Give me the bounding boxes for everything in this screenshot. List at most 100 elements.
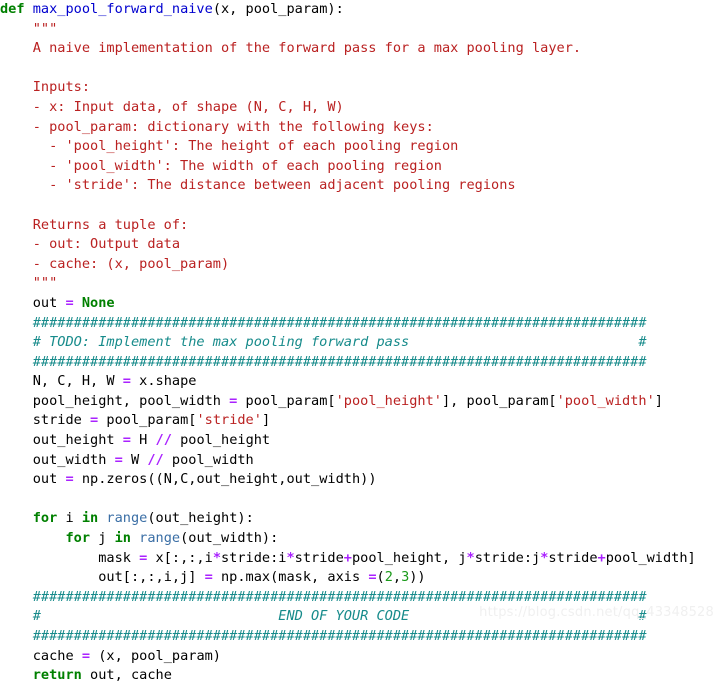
expr-part: ( bbox=[376, 569, 385, 586]
expr-part: )) bbox=[409, 569, 426, 586]
code-line: - 'stride': The distance between adjacen… bbox=[0, 177, 516, 194]
expr-part: ] bbox=[261, 412, 271, 429]
builtin-range: range bbox=[98, 510, 148, 527]
operator-floordiv: // bbox=[147, 451, 164, 468]
keyword-for: for bbox=[32, 510, 58, 527]
code-line: # TODO: Implement the max pooling forwar… bbox=[0, 334, 647, 351]
code-line: - x: Input data, of shape (N, C, H, W) bbox=[0, 98, 344, 115]
code-line: """ bbox=[0, 275, 58, 292]
operator-mul: * bbox=[212, 549, 221, 566]
lhs: out_height bbox=[32, 432, 123, 449]
operator-assign: = bbox=[65, 471, 74, 488]
code-line: ########################################… bbox=[0, 628, 647, 644]
expr-part: pool_width] bbox=[605, 549, 696, 566]
rhs: x.shape bbox=[130, 373, 197, 390]
code-line: for j in range(out_width): bbox=[0, 529, 722, 549]
operator-assign: = bbox=[90, 412, 99, 429]
lhs: out bbox=[32, 471, 66, 488]
code-line: return out, cache bbox=[0, 666, 722, 686]
rhs: pool_width bbox=[163, 451, 254, 468]
lhs: N, C, H, W bbox=[32, 373, 123, 390]
code-line: Inputs: bbox=[0, 79, 91, 96]
operator-plus: + bbox=[597, 549, 606, 566]
code-line: out_height = H // pool_height bbox=[0, 431, 722, 451]
code-line: def max_pool_forward_naive(x, pool_param… bbox=[0, 0, 722, 20]
code-line: pool_height, pool_width = pool_param['po… bbox=[0, 392, 722, 412]
code-line: mask = x[:,:,i*stride:i*stride+pool_heig… bbox=[0, 549, 722, 569]
string-literal: 'stride' bbox=[196, 412, 262, 429]
operator-assign: = bbox=[204, 569, 213, 586]
code-line: cache = (x, pool_param) bbox=[0, 647, 722, 667]
keyword-return: return bbox=[32, 667, 82, 684]
watermark: https://blog.csdn.net/qq_43348528 bbox=[479, 605, 714, 620]
code-line: """ bbox=[0, 20, 58, 37]
operator-plus: + bbox=[343, 549, 352, 566]
string-literal: 'pool_width' bbox=[556, 392, 655, 409]
number-literal: 2 bbox=[384, 569, 393, 586]
function-name: max_pool_forward_naive bbox=[32, 1, 213, 17]
operator-assign: = bbox=[81, 647, 91, 664]
expr-part: (out_height): bbox=[147, 510, 254, 527]
code-line: - out: Output data bbox=[0, 236, 181, 253]
operator-floordiv: // bbox=[155, 432, 172, 449]
code-line: - 'pool_width': The width of each poolin… bbox=[0, 157, 442, 174]
keyword-for: for bbox=[65, 530, 91, 547]
expr-part: (out_width): bbox=[180, 530, 279, 547]
loop-var: i bbox=[57, 510, 82, 527]
keyword-none: None bbox=[73, 294, 115, 311]
rhs: np.zeros((N,C,out_height,out_width)) bbox=[73, 471, 377, 488]
keyword-def: def bbox=[0, 1, 25, 17]
keyword-in: in bbox=[114, 530, 131, 547]
operator-assign: = bbox=[122, 373, 131, 390]
builtin-range: range bbox=[130, 530, 181, 547]
code-line: ########################################… bbox=[0, 314, 647, 331]
expr-part: pool_height, j bbox=[351, 549, 467, 566]
operator-assign: = bbox=[65, 294, 74, 311]
code-line: ########################################… bbox=[0, 353, 647, 370]
variable-out: out bbox=[32, 294, 66, 311]
expr-part: np.max(mask, axis bbox=[212, 569, 369, 586]
code-line: out[:,:,i,j] = np.max(mask, axis =(2,3)) bbox=[0, 568, 722, 588]
lhs: cache bbox=[32, 647, 82, 664]
expr-part: W bbox=[122, 451, 148, 468]
operator-mul: * bbox=[466, 549, 475, 566]
expr-part: ] bbox=[654, 392, 663, 409]
code-line: A naive implementation of the forward pa… bbox=[0, 40, 582, 57]
rhs: (x, pool_param) bbox=[90, 647, 221, 664]
keyword-in: in bbox=[81, 510, 99, 527]
expr-part: pool_param[ bbox=[237, 392, 336, 409]
operator-mul: * bbox=[286, 549, 295, 566]
string-literal: 'pool_height' bbox=[335, 392, 442, 409]
code-line: - 'pool_height': The height of each pool… bbox=[0, 138, 459, 155]
loop-var: j bbox=[90, 530, 115, 547]
code-line: Returns a tuple of: bbox=[0, 216, 189, 233]
expr-part: stride:i bbox=[221, 549, 287, 566]
lhs: out[:,:,i,j] bbox=[98, 569, 205, 586]
lhs: stride bbox=[32, 412, 91, 429]
code-line: out_width = W // pool_width bbox=[0, 451, 722, 471]
code-line: - pool_param: dictionary with the follow… bbox=[0, 118, 434, 135]
code-line: stride = pool_param['stride'] bbox=[0, 411, 722, 431]
expr-part: stride bbox=[548, 549, 598, 566]
expr-part: H bbox=[130, 432, 156, 449]
lhs: out_width bbox=[32, 451, 115, 468]
operator-assign: = bbox=[114, 451, 123, 468]
expr-part: ], pool_param[ bbox=[441, 392, 557, 409]
code-line: for i in range(out_height): bbox=[0, 509, 722, 529]
lhs: mask bbox=[98, 549, 140, 566]
code-editor-pane: def max_pool_forward_naive (x, pool_param… bbox=[0, 0, 722, 683]
expr-part: stride:j bbox=[474, 549, 541, 566]
